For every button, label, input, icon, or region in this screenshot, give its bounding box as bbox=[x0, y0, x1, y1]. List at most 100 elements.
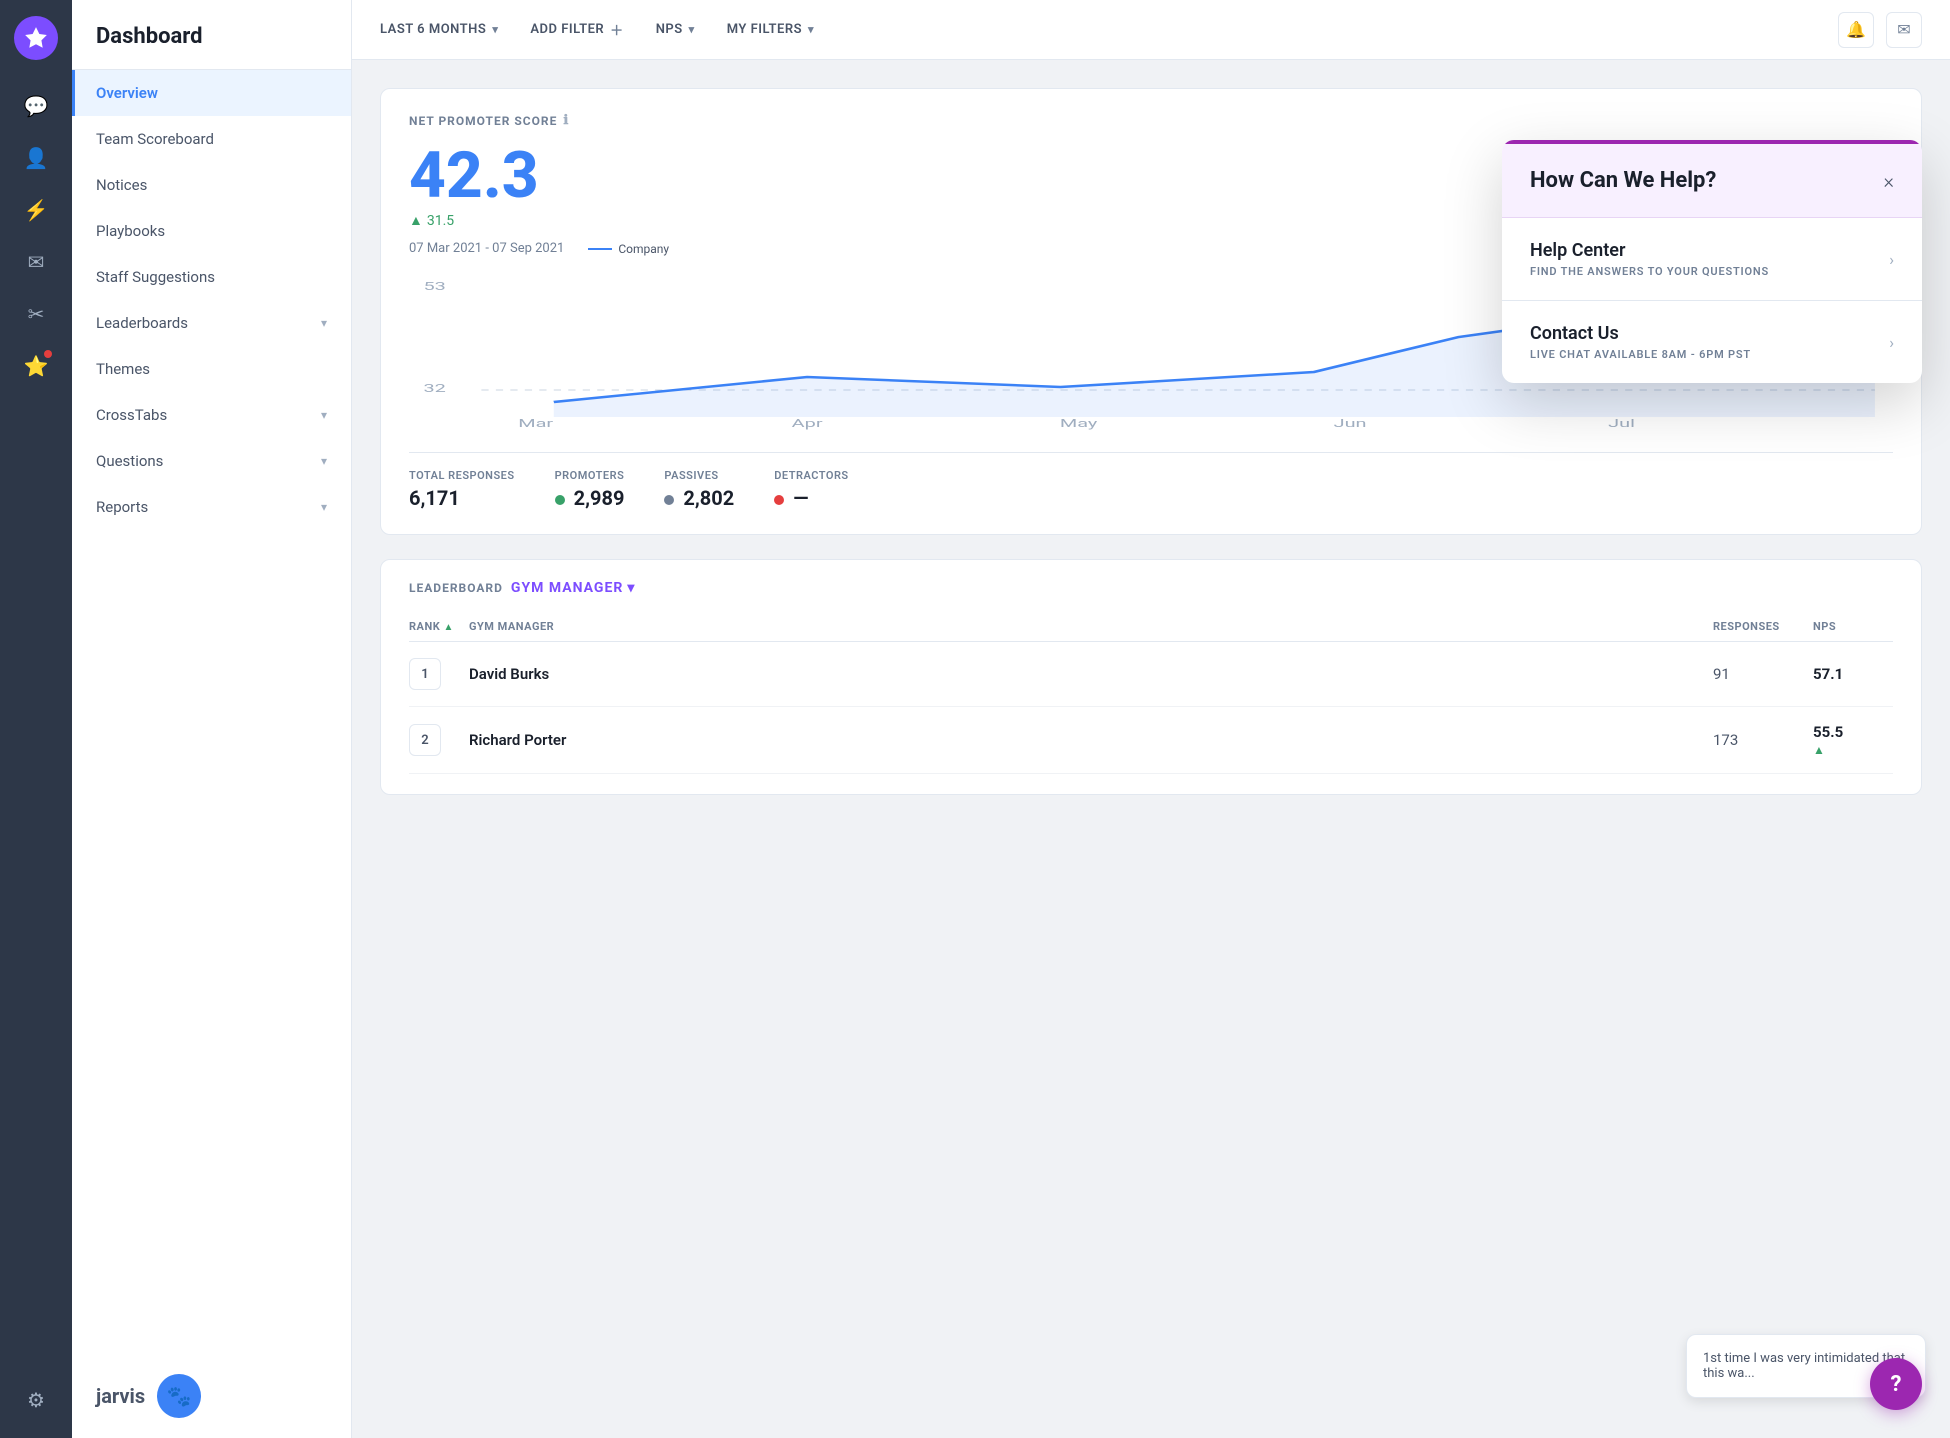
chevron-down-icon: ▾ bbox=[321, 408, 327, 422]
sidebar-item-leaderboards[interactable]: Leaderboards ▾ bbox=[72, 300, 351, 346]
table-row: 2 Richard Porter 173 55.5 ▲ bbox=[409, 707, 1893, 774]
nav-sidebar: Dashboard Overview Team Scoreboard Notic… bbox=[72, 0, 352, 1438]
sidebar-item-playbooks[interactable]: Playbooks bbox=[72, 208, 351, 254]
last-6-months-filter[interactable]: LAST 6 MONTHS ▾ bbox=[380, 22, 498, 37]
leaderboard-card: LEADERBOARD GYM MANAGER ▾ RANK ▲ GYM MAN… bbox=[380, 559, 1922, 795]
passives-value: 2,802 bbox=[664, 486, 734, 510]
brand-footer: jarvis 🐾 bbox=[72, 1354, 351, 1438]
passives-label: PASSIVES bbox=[664, 469, 734, 482]
send-icon[interactable]: ✉ bbox=[14, 240, 58, 284]
nps-label: NET PROMOTER SCORE ℹ bbox=[409, 113, 1893, 128]
total-responses-stat: TOTAL RESPONSES 6,171 bbox=[409, 469, 515, 510]
name-header: GYM MANAGER bbox=[469, 620, 1713, 633]
person-name: Richard Porter bbox=[469, 731, 1713, 749]
app-logo[interactable] bbox=[14, 16, 58, 60]
promoters-value: 2,989 bbox=[555, 486, 625, 510]
help-center-content: Help Center FIND THE ANSWERS TO YOUR QUE… bbox=[1530, 240, 1769, 278]
sidebar-item-overview[interactable]: Overview bbox=[72, 70, 351, 116]
detractors-stat: DETRACTORS — bbox=[774, 469, 848, 510]
nps-value: 57.1 bbox=[1813, 665, 1893, 683]
contact-us-title: Contact Us bbox=[1530, 323, 1751, 344]
help-center-title: Help Center bbox=[1530, 240, 1769, 261]
responses-value: 91 bbox=[1713, 665, 1813, 683]
sidebar-title: Dashboard bbox=[72, 0, 351, 70]
nps-header: NPS bbox=[1813, 620, 1893, 633]
badge-icon[interactable]: ⭐ bbox=[14, 344, 58, 388]
nps-value: 55.5 bbox=[1813, 723, 1893, 741]
help-panel-title: How Can We Help? bbox=[1530, 168, 1716, 193]
chevron-down-icon: ▾ bbox=[627, 580, 635, 596]
help-fab-button[interactable]: ? bbox=[1870, 1358, 1922, 1410]
gray-dot bbox=[664, 495, 674, 505]
leaderboard-header: LEADERBOARD GYM MANAGER ▾ bbox=[409, 580, 1893, 596]
close-button[interactable]: × bbox=[1884, 171, 1894, 191]
passives-stat: PASSIVES 2,802 bbox=[664, 469, 734, 510]
brand-icon[interactable]: 🐾 bbox=[157, 1374, 201, 1418]
sidebar-item-notices[interactable]: Notices bbox=[72, 162, 351, 208]
svg-text:Jul: Jul bbox=[1608, 417, 1635, 430]
promoters-label: PROMOTERS bbox=[555, 469, 625, 482]
chevron-down-icon: ▾ bbox=[321, 500, 327, 514]
contact-us-item[interactable]: Contact Us LIVE CHAT AVAILABLE 8AM - 6PM… bbox=[1502, 301, 1922, 383]
top-bar: LAST 6 MONTHS ▾ ADD FILTER ＋ NPS ▾ MY FI… bbox=[352, 0, 1950, 60]
tools-icon[interactable]: ✂ bbox=[14, 292, 58, 336]
stats-row: TOTAL RESPONSES 6,171 PROMOTERS 2,989 PA… bbox=[409, 452, 1893, 510]
rank-1: 1 bbox=[409, 658, 469, 690]
my-filters-button[interactable]: MY FILTERS ▾ bbox=[727, 22, 814, 37]
help-center-item[interactable]: Help Center FIND THE ANSWERS TO YOUR QUE… bbox=[1502, 218, 1922, 301]
company-legend: Company bbox=[588, 242, 669, 256]
sidebar-item-team-scoreboard[interactable]: Team Scoreboard bbox=[72, 116, 351, 162]
brand-text: jarvis bbox=[96, 1384, 145, 1408]
main-content: LAST 6 MONTHS ▾ ADD FILTER ＋ NPS ▾ MY FI… bbox=[352, 0, 1950, 1438]
table-header: RANK ▲ GYM MANAGER RESPONSES NPS bbox=[409, 612, 1893, 642]
sidebar-item-questions[interactable]: Questions ▾ bbox=[72, 438, 351, 484]
arrow-up-icon: ▲ bbox=[1813, 743, 1893, 757]
chevron-down-icon: ▾ bbox=[492, 23, 498, 36]
responses-header: RESPONSES bbox=[1713, 620, 1813, 633]
settings-icon[interactable]: ⚙ bbox=[14, 1378, 58, 1422]
lightning-icon[interactable]: ⚡ bbox=[14, 188, 58, 232]
svg-text:May: May bbox=[1060, 417, 1098, 430]
sidebar-item-crosstabs[interactable]: CrossTabs ▾ bbox=[72, 392, 351, 438]
sidebar-item-staff-suggestions[interactable]: Staff Suggestions bbox=[72, 254, 351, 300]
svg-text:32: 32 bbox=[423, 382, 445, 395]
rank-badge: 2 bbox=[409, 724, 441, 756]
chevron-down-icon: ▾ bbox=[321, 316, 327, 330]
plus-icon: ＋ bbox=[610, 20, 624, 39]
leaderboard-dropdown[interactable]: GYM MANAGER ▾ bbox=[511, 580, 635, 596]
chevron-down-icon: ▾ bbox=[808, 23, 814, 36]
sidebar-item-reports[interactable]: Reports ▾ bbox=[72, 484, 351, 530]
total-responses-value: 6,171 bbox=[409, 486, 515, 510]
detractors-value: — bbox=[774, 486, 848, 510]
contact-us-content: Contact Us LIVE CHAT AVAILABLE 8AM - 6PM… bbox=[1530, 323, 1751, 361]
chevron-down-icon: ▾ bbox=[689, 23, 695, 36]
dashboard-area: NET PROMOTER SCORE ℹ 42.3 ▲ 31.5 07 Mar … bbox=[352, 60, 1950, 1438]
nps-filter[interactable]: NPS ▾ bbox=[656, 22, 695, 37]
icon-sidebar: 💬 👤 ⚡ ✉ ✂ ⭐ ⚙ bbox=[0, 0, 72, 1438]
messages-icon[interactable]: ✉ bbox=[1886, 12, 1922, 48]
total-responses-label: TOTAL RESPONSES bbox=[409, 469, 515, 482]
svg-text:Apr: Apr bbox=[792, 417, 824, 430]
table-row: 1 David Burks 91 57.1 bbox=[409, 642, 1893, 707]
notifications-icon[interactable]: 🔔 bbox=[1838, 12, 1874, 48]
add-filter-button[interactable]: ADD FILTER ＋ bbox=[530, 20, 623, 39]
user-icon[interactable]: 👤 bbox=[14, 136, 58, 180]
chevron-right-icon: › bbox=[1889, 250, 1894, 269]
info-icon: ℹ bbox=[563, 113, 569, 128]
detractors-label: DETRACTORS bbox=[774, 469, 848, 482]
person-name: David Burks bbox=[469, 665, 1713, 683]
red-dot bbox=[774, 495, 784, 505]
sidebar-item-themes[interactable]: Themes bbox=[72, 346, 351, 392]
chat-icon[interactable]: 💬 bbox=[14, 84, 58, 128]
contact-us-subtitle: LIVE CHAT AVAILABLE 8AM - 6PM PST bbox=[1530, 348, 1751, 361]
help-panel: How Can We Help? × Help Center FIND THE … bbox=[1502, 140, 1922, 383]
svg-text:Mar: Mar bbox=[518, 417, 554, 430]
top-bar-actions: 🔔 ✉ bbox=[1838, 12, 1922, 48]
svg-text:Jun: Jun bbox=[1334, 417, 1367, 430]
svg-text:53: 53 bbox=[423, 280, 445, 293]
help-center-subtitle: FIND THE ANSWERS TO YOUR QUESTIONS bbox=[1530, 265, 1769, 278]
sort-icon: ▲ bbox=[443, 622, 453, 633]
nps-value-container: 55.5 ▲ bbox=[1813, 723, 1893, 757]
promoters-stat: PROMOTERS 2,989 bbox=[555, 469, 625, 510]
rank-2: 2 bbox=[409, 724, 469, 756]
